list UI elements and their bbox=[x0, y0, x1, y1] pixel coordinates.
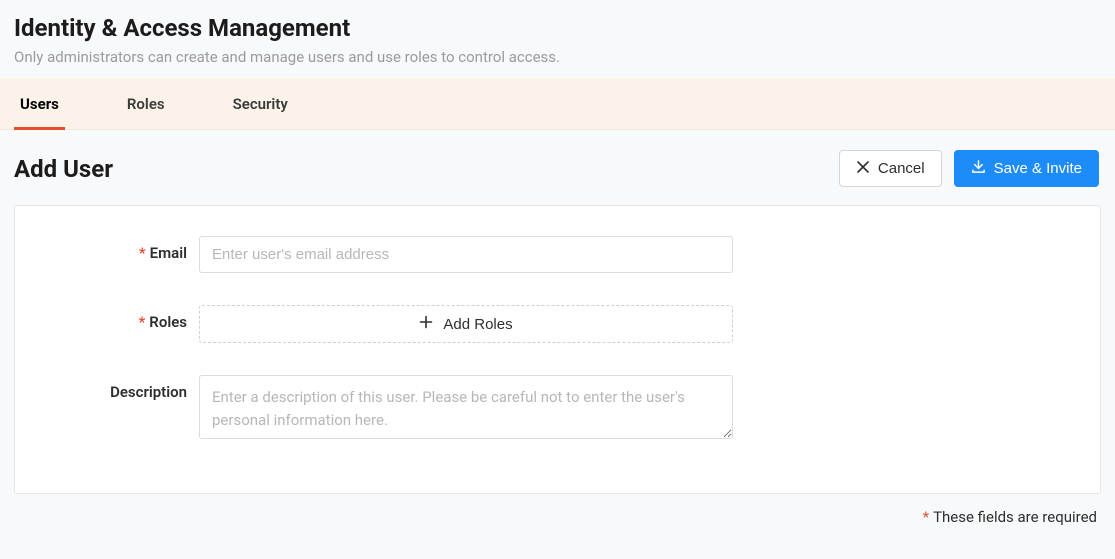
email-label-text: Email bbox=[150, 244, 187, 262]
cancel-button[interactable]: Cancel bbox=[839, 150, 942, 187]
form-row-description: Description bbox=[39, 375, 1076, 443]
description-field[interactable] bbox=[199, 375, 733, 439]
save-icon bbox=[971, 159, 986, 178]
roles-label-text: Roles bbox=[149, 313, 187, 331]
tab-users[interactable]: Users bbox=[14, 79, 65, 130]
tabs-bar: Users Roles Security bbox=[0, 78, 1115, 130]
add-roles-button-label: Add Roles bbox=[443, 316, 512, 333]
description-label-text: Description bbox=[110, 383, 187, 401]
plus-icon bbox=[419, 315, 433, 333]
form-row-email: *Email bbox=[39, 236, 1076, 273]
page-header: Identity & Access Management Only admini… bbox=[0, 0, 1115, 78]
section-header: Add User Cancel Save & Invite bbox=[0, 130, 1115, 205]
required-asterisk: * bbox=[923, 508, 929, 526]
email-label: *Email bbox=[39, 236, 199, 262]
form-card: *Email *Roles Add Roles Description bbox=[14, 205, 1101, 494]
action-buttons: Cancel Save & Invite bbox=[839, 150, 1099, 187]
description-label: Description bbox=[39, 375, 199, 401]
required-asterisk: * bbox=[139, 313, 146, 331]
required-fields-note: *These fields are required bbox=[0, 494, 1115, 538]
roles-label: *Roles bbox=[39, 305, 199, 331]
tab-security[interactable]: Security bbox=[227, 79, 294, 130]
required-fields-note-text: These fields are required bbox=[933, 508, 1097, 526]
form-row-roles: *Roles Add Roles bbox=[39, 305, 1076, 343]
email-field[interactable] bbox=[199, 236, 733, 273]
page-title: Identity & Access Management bbox=[14, 14, 1101, 42]
save-invite-button[interactable]: Save & Invite bbox=[954, 150, 1099, 187]
tab-roles[interactable]: Roles bbox=[121, 79, 171, 130]
save-invite-button-label: Save & Invite bbox=[994, 160, 1082, 177]
add-roles-button[interactable]: Add Roles bbox=[199, 305, 733, 343]
section-title: Add User bbox=[14, 155, 113, 183]
cancel-button-label: Cancel bbox=[878, 160, 925, 177]
close-icon bbox=[856, 160, 870, 178]
required-asterisk: * bbox=[139, 244, 146, 262]
page-subtitle: Only administrators can create and manag… bbox=[14, 48, 1101, 66]
